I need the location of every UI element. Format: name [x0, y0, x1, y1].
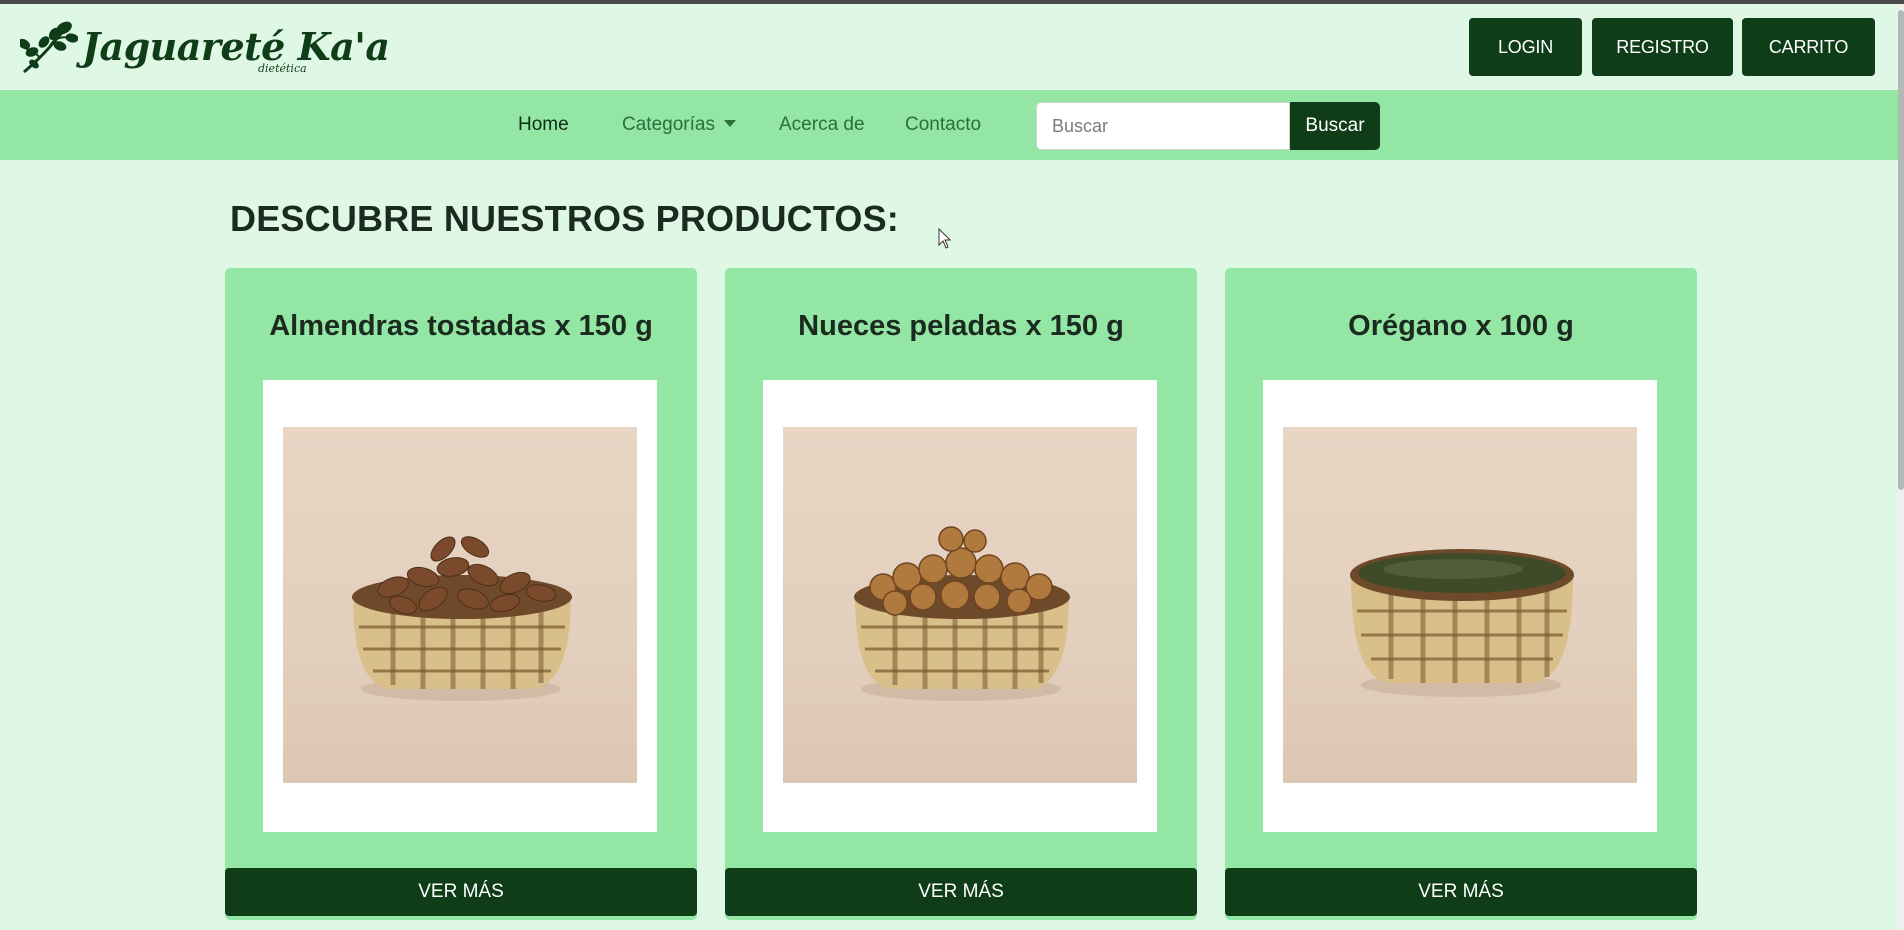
- search-button[interactable]: Buscar: [1290, 102, 1380, 150]
- view-more-button[interactable]: VER MÁS: [1225, 868, 1697, 916]
- almond-basket-image[interactable]: [283, 427, 637, 783]
- search-input[interactable]: [1036, 102, 1290, 150]
- nav-categories-label: Categorías: [622, 114, 715, 135]
- nav-contact[interactable]: Contacto: [905, 114, 981, 136]
- product-title: Orégano x 100 g: [1348, 310, 1574, 342]
- login-button[interactable]: LOGIN: [1469, 18, 1582, 76]
- product-image-frame: [1263, 380, 1657, 832]
- product-card: Almendras tostadas x 150 g VER MÁS: [225, 268, 697, 920]
- product-title: Nueces peladas x 150 g: [798, 310, 1124, 342]
- product-card: Nueces peladas x 150 g VER MÁS: [725, 268, 1197, 920]
- cart-button[interactable]: CARRITO: [1742, 18, 1875, 76]
- mouse-cursor-icon: [938, 228, 952, 249]
- nav-about[interactable]: Acerca de: [779, 114, 865, 136]
- nav-categories-dropdown[interactable]: Categorías: [622, 114, 736, 136]
- product-card: Orégano x 100 g VER MÁS: [1225, 268, 1697, 920]
- scrollbar-thumb[interactable]: [1898, 10, 1904, 490]
- view-more-button[interactable]: VER MÁS: [725, 868, 1197, 916]
- product-image-frame: [763, 380, 1157, 832]
- site-header: Jaguareté Ka'a dietética LOGIN REGISTRO …: [0, 4, 1898, 90]
- section-title: DESCUBRE NUESTROS PRODUCTOS:: [230, 198, 899, 239]
- caret-down-icon: [723, 120, 736, 127]
- register-button[interactable]: REGISTRO: [1592, 18, 1733, 76]
- brand-logo[interactable]: Jaguareté Ka'a dietética: [20, 18, 390, 80]
- walnut-basket-image[interactable]: [783, 427, 1137, 783]
- leaf-branch-icon: [20, 21, 78, 74]
- nav-home[interactable]: Home: [518, 114, 569, 136]
- oregano-basket-image[interactable]: [1283, 427, 1637, 783]
- brand-name: Jaguareté Ka'a: [82, 24, 390, 69]
- view-more-button[interactable]: VER MÁS: [225, 868, 697, 916]
- brand-tagline: dietética: [258, 62, 307, 75]
- main-navbar: Home Categorías Acerca de Contacto Busca…: [0, 90, 1898, 160]
- product-title: Almendras tostadas x 150 g: [269, 310, 653, 342]
- page-scrollbar[interactable]: [1898, 4, 1904, 930]
- product-image-frame: [263, 380, 657, 832]
